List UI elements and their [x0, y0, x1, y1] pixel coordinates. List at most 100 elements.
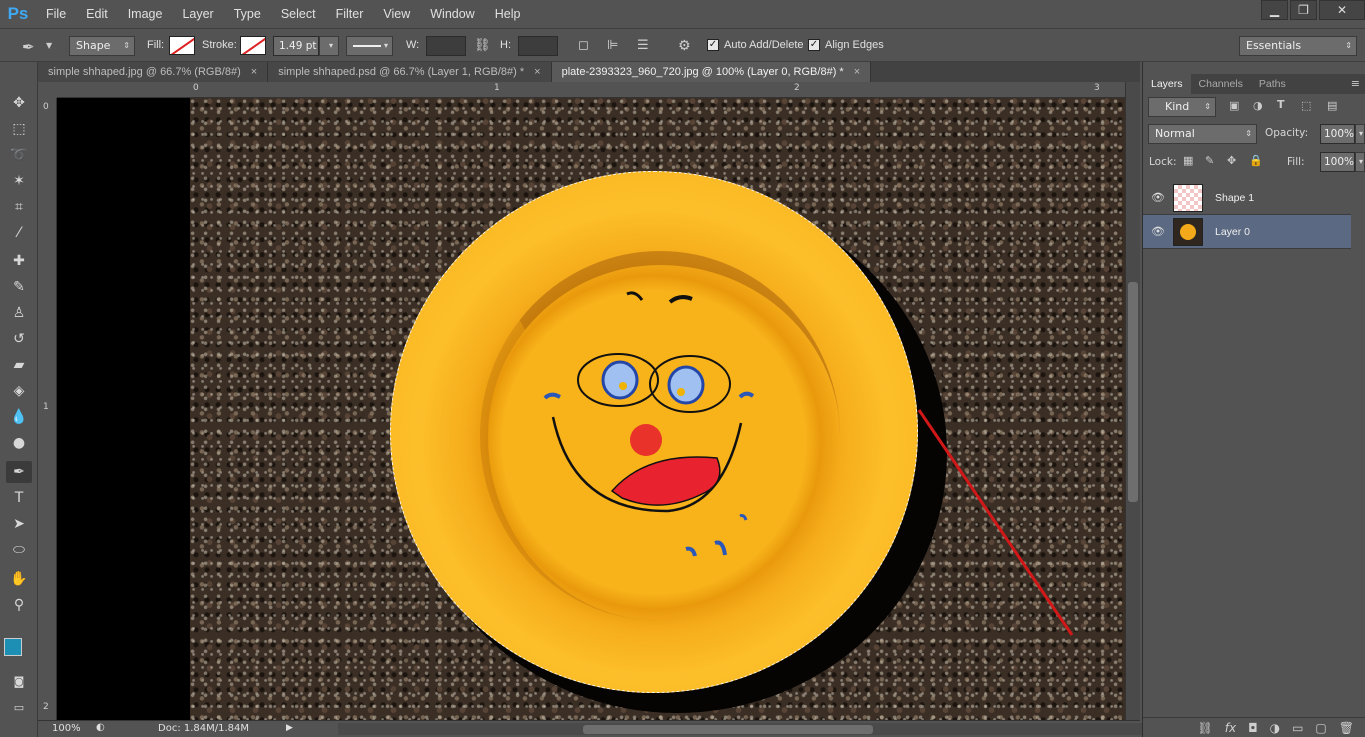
- fill-input[interactable]: 100%: [1320, 152, 1355, 172]
- clone-stamp-tool-icon[interactable]: ♙: [6, 302, 32, 324]
- close-icon[interactable]: ×: [854, 66, 860, 78]
- vertical-scrollbar[interactable]: [1125, 82, 1140, 720]
- eye-icon[interactable]: 👁: [1143, 191, 1173, 204]
- horizontal-scrollbar[interactable]: [338, 723, 1168, 735]
- layer-style-icon[interactable]: fx: [1225, 721, 1236, 735]
- close-icon[interactable]: ×: [534, 66, 540, 78]
- path-operations-icon[interactable]: ◻: [578, 38, 589, 53]
- restore-button[interactable]: ❐: [1290, 0, 1317, 20]
- lasso-tool-icon[interactable]: ➰: [6, 144, 32, 166]
- chevron-down-icon[interactable]: ▼: [46, 41, 52, 50]
- fill-dropdown[interactable]: ▾: [1355, 152, 1365, 172]
- menu-type[interactable]: Type: [224, 7, 271, 21]
- layer-row-layer-0[interactable]: 👁 Layer 0: [1143, 215, 1351, 249]
- pixel-filter-icon[interactable]: ▣: [1229, 99, 1239, 112]
- paint-bucket-tool-icon[interactable]: ◈: [6, 380, 32, 402]
- new-layer-icon[interactable]: ▢: [1315, 721, 1326, 735]
- zoom-level[interactable]: 100%: [52, 723, 81, 734]
- tool-mode-select[interactable]: Shape ⇕: [69, 36, 135, 56]
- menu-select[interactable]: Select: [271, 7, 326, 21]
- close-icon[interactable]: ×: [251, 66, 257, 78]
- height-input[interactable]: [518, 36, 558, 56]
- chevron-down-icon: ▾: [1358, 129, 1363, 138]
- horizontal-scrollbar-thumb[interactable]: [583, 725, 873, 734]
- tab-paths[interactable]: Paths: [1251, 74, 1294, 94]
- tab-simple-shhaped-jpg[interactable]: simple shhaped.jpg @ 66.7% (RGB/8#) ×: [38, 62, 269, 82]
- marquee-tool-icon[interactable]: ⬚: [6, 118, 32, 140]
- zoom-tool-icon[interactable]: ⚲: [6, 594, 32, 616]
- blur-tool-icon[interactable]: 💧: [6, 406, 32, 428]
- trash-icon[interactable]: 🗑: [1339, 721, 1354, 735]
- lock-pixels-icon[interactable]: ✎: [1205, 154, 1214, 167]
- minimize-button[interactable]: ▁: [1261, 0, 1288, 20]
- pen-tool-preset-icon[interactable]: ✒: [22, 38, 35, 56]
- menu-layer[interactable]: Layer: [172, 7, 223, 21]
- move-tool-icon[interactable]: ✥: [6, 92, 32, 114]
- screen-mode-icon[interactable]: ▭: [6, 696, 32, 718]
- tab-simple-shhaped-psd[interactable]: simple shhaped.psd @ 66.7% (Layer 1, RGB…: [268, 62, 552, 82]
- menu-edit[interactable]: Edit: [76, 7, 118, 21]
- menu-image[interactable]: Image: [118, 7, 173, 21]
- opacity-dropdown[interactable]: ▾: [1355, 124, 1365, 144]
- stroke-width-input[interactable]: 1.49 pt: [273, 36, 319, 56]
- menu-file[interactable]: File: [36, 7, 76, 21]
- stroke-type-select[interactable]: ▾: [346, 36, 393, 56]
- close-button[interactable]: ✕: [1319, 0, 1365, 20]
- crop-tool-icon[interactable]: ⌗: [6, 196, 32, 218]
- menu-filter[interactable]: Filter: [326, 7, 374, 21]
- layer-filter-select[interactable]: Kind ⇕: [1148, 97, 1216, 117]
- brush-tool-icon[interactable]: ✎: [6, 276, 32, 298]
- blend-mode-select[interactable]: Normal ⇕: [1148, 124, 1257, 144]
- fill-swatch[interactable]: [169, 36, 195, 55]
- link-icon[interactable]: ⛓: [474, 38, 491, 53]
- panel-menu-icon[interactable]: ≡: [1351, 74, 1365, 94]
- eraser-tool-icon[interactable]: ▰: [6, 354, 32, 376]
- vertical-scrollbar-thumb[interactable]: [1128, 282, 1138, 502]
- shape-filter-icon[interactable]: ⬚: [1301, 99, 1311, 112]
- eyedropper-tool-icon[interactable]: ⁄: [6, 222, 32, 244]
- pen-tool-icon[interactable]: ✒: [6, 461, 32, 483]
- path-selection-tool-icon[interactable]: ➤: [6, 513, 32, 535]
- stroke-width-dropdown[interactable]: ▾: [319, 36, 339, 56]
- quick-mask-icon[interactable]: ◙: [6, 670, 32, 692]
- stroke-swatch[interactable]: [240, 36, 266, 55]
- type-tool-icon[interactable]: T: [6, 487, 32, 509]
- foreground-color-swatch[interactable]: [4, 638, 22, 656]
- hand-tool-icon[interactable]: ✋: [6, 568, 32, 590]
- ellipse-tool-icon[interactable]: ⬭: [6, 539, 32, 561]
- new-group-icon[interactable]: ▭: [1292, 721, 1303, 735]
- path-arrangement-icon[interactable]: ☰: [637, 38, 649, 53]
- add-mask-icon[interactable]: ◘: [1248, 721, 1258, 735]
- adjustment-filter-icon[interactable]: ◑: [1253, 99, 1263, 112]
- tab-channels[interactable]: Channels: [1191, 74, 1251, 94]
- adjustment-layer-icon[interactable]: ◑: [1270, 721, 1280, 735]
- tab-layers[interactable]: Layers: [1143, 74, 1191, 94]
- document-canvas[interactable]: [57, 98, 1125, 720]
- dodge-tool-icon[interactable]: ●: [6, 432, 32, 454]
- workspace-select[interactable]: Essentials ⇕: [1239, 36, 1357, 56]
- menu-window[interactable]: Window: [420, 7, 484, 21]
- layer-row-shape-1[interactable]: 👁 Shape 1: [1143, 181, 1351, 215]
- menu-view[interactable]: View: [373, 7, 420, 21]
- magic-wand-tool-icon[interactable]: ✶: [6, 170, 32, 192]
- path-alignment-icon[interactable]: ⊫: [607, 38, 618, 53]
- menu-help[interactable]: Help: [485, 7, 531, 21]
- ruler-label: 0: [193, 83, 199, 93]
- align-edges-checkbox[interactable]: ✓: [808, 39, 820, 51]
- opacity-input[interactable]: 100%: [1320, 124, 1355, 144]
- eye-icon[interactable]: 👁: [1143, 225, 1173, 238]
- lock-all-icon[interactable]: 🔒: [1249, 154, 1263, 167]
- status-menu-arrow-icon[interactable]: ▶: [286, 723, 293, 733]
- tab-plate-jpg[interactable]: plate-2393323_960_720.jpg @ 100% (Layer …: [551, 62, 872, 82]
- link-layers-icon[interactable]: ⛓: [1198, 721, 1213, 735]
- auto-add-delete-checkbox[interactable]: ✓: [707, 39, 719, 51]
- width-input[interactable]: [426, 36, 466, 56]
- lock-transparent-icon[interactable]: ▦: [1183, 154, 1193, 167]
- smart-object-filter-icon[interactable]: ▤: [1327, 99, 1337, 112]
- status-icon[interactable]: ◐: [96, 722, 105, 733]
- history-brush-tool-icon[interactable]: ↺: [6, 328, 32, 350]
- lock-position-icon[interactable]: ✥: [1227, 154, 1236, 167]
- type-filter-icon[interactable]: T: [1277, 98, 1285, 111]
- gear-icon[interactable]: ⚙: [678, 38, 691, 54]
- healing-brush-tool-icon[interactable]: ✚: [6, 250, 32, 272]
